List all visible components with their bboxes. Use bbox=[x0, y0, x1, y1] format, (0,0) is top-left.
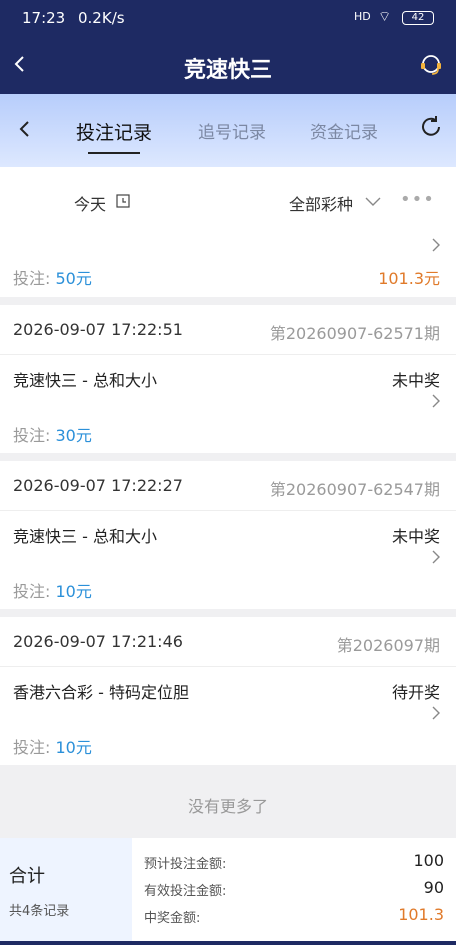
bet-amount: 50元 bbox=[55, 269, 92, 288]
record-status: 未中奖 bbox=[391, 371, 440, 390]
valid-bet-row: 有效投注金额: 90 bbox=[144, 878, 444, 899]
bet-amount-row: 投注: 50元 bbox=[13, 265, 92, 289]
record-card[interactable]: 2026-09-07 17:22:51 第20260907-62571期 竞速快… bbox=[0, 305, 456, 453]
signal-icon: HD bbox=[354, 10, 371, 23]
record-datetime: 2026-09-07 17:22:51 bbox=[13, 320, 183, 339]
tab-chase-records[interactable]: 追号记录 bbox=[198, 118, 266, 143]
bet-label: 投注: bbox=[13, 269, 51, 288]
bet-label: 投注: bbox=[13, 426, 51, 445]
expected-bet-row: 预计投注金额: 100 bbox=[144, 851, 444, 872]
win-value: 101.3 bbox=[398, 905, 444, 924]
divider bbox=[0, 666, 456, 667]
record-status: 未中奖 bbox=[391, 527, 440, 546]
chevron-down-icon[interactable] bbox=[364, 196, 382, 208]
battery-icon: 42 bbox=[402, 11, 434, 25]
record-card[interactable]: 2026-09-07 17:21:46 第2026097期 香港六合彩 - 特码… bbox=[0, 617, 456, 765]
tab-bar: 投注记录 追号记录 资金记录 bbox=[0, 94, 456, 167]
bet-amount: 30元 bbox=[55, 426, 92, 445]
no-more-text: 没有更多了 bbox=[187, 797, 268, 816]
divider bbox=[0, 354, 456, 355]
summary-panel: 合计 共4条记录 预计投注金额: 100 有效投注金额: 90 中奖金额: 10… bbox=[0, 838, 456, 945]
bet-label: 投注: bbox=[13, 738, 51, 757]
bet-label: 投注: bbox=[13, 582, 51, 601]
bet-amount: 10元 bbox=[55, 582, 92, 601]
bet-amount-row: 投注: 10元 bbox=[13, 578, 92, 602]
record-datetime: 2026-09-07 17:21:46 bbox=[13, 632, 183, 651]
chevron-right-icon bbox=[432, 238, 440, 252]
title-bar: 竞速快三 bbox=[0, 38, 456, 94]
calendar-icon[interactable] bbox=[116, 194, 130, 208]
active-tab-indicator bbox=[88, 152, 140, 154]
record-status: 待开奖 bbox=[391, 683, 440, 702]
valid-bet-label: 有效投注金额: bbox=[144, 884, 227, 899]
summary-left: 合计 共4条记录 bbox=[0, 838, 132, 945]
record-card-partial[interactable]: 投注: 50元 101.3元 bbox=[0, 237, 456, 297]
win-label: 中奖金额: bbox=[144, 911, 201, 926]
chevron-right-icon bbox=[432, 394, 440, 408]
summary-heading: 合计 bbox=[9, 866, 45, 887]
record-issue: 第20260907-62571期 bbox=[269, 324, 440, 343]
bet-amount-row: 投注: 30元 bbox=[13, 422, 92, 446]
record-game: 竞速快三 - 总和大小 bbox=[13, 527, 157, 546]
win-amount-row: 中奖金额: 101.3 bbox=[144, 905, 444, 926]
record-issue: 第20260907-62547期 bbox=[269, 480, 440, 499]
bet-amount: 10元 bbox=[55, 738, 92, 757]
valid-bet-value: 90 bbox=[423, 878, 444, 897]
filter-bar: 今天 全部彩种 ••• bbox=[0, 167, 456, 237]
customer-service-icon[interactable] bbox=[418, 52, 444, 78]
win-amount: 101.3元 bbox=[378, 269, 440, 288]
tab-fund-records[interactable]: 资金记录 bbox=[310, 118, 378, 143]
expected-bet-label: 预计投注金额: bbox=[144, 857, 227, 872]
refresh-icon[interactable] bbox=[418, 114, 444, 140]
date-filter[interactable]: 今天 bbox=[74, 191, 106, 215]
tab-back-icon[interactable] bbox=[14, 118, 36, 140]
network-speed: 0.2K/s bbox=[78, 9, 125, 27]
record-count: 共4条记录 bbox=[9, 904, 70, 919]
tab-bet-records[interactable]: 投注记录 bbox=[76, 118, 152, 145]
chevron-right-icon bbox=[432, 706, 440, 720]
bottom-bar bbox=[0, 941, 456, 945]
record-game: 竞速快三 - 总和大小 bbox=[13, 371, 157, 390]
wifi-icon: ⌔ bbox=[378, 9, 392, 25]
record-card[interactable]: 2026-09-07 17:22:27 第20260907-62547期 竞速快… bbox=[0, 461, 456, 609]
record-game: 香港六合彩 - 特码定位胆 bbox=[13, 683, 189, 702]
divider bbox=[0, 510, 456, 511]
status-time: 17:23 bbox=[22, 9, 66, 27]
chevron-right-icon bbox=[432, 550, 440, 564]
record-issue: 第2026097期 bbox=[336, 636, 440, 655]
lottery-type-filter[interactable]: 全部彩种 bbox=[289, 191, 353, 215]
status-bar: 17:23 0.2K/s HD ⌔ 42 bbox=[0, 0, 456, 38]
record-datetime: 2026-09-07 17:22:27 bbox=[13, 476, 183, 495]
more-options-icon[interactable]: ••• bbox=[400, 189, 435, 210]
bet-amount-row: 投注: 10元 bbox=[13, 734, 92, 758]
expected-bet-value: 100 bbox=[413, 851, 444, 870]
page-title: 竞速快三 bbox=[183, 58, 272, 83]
